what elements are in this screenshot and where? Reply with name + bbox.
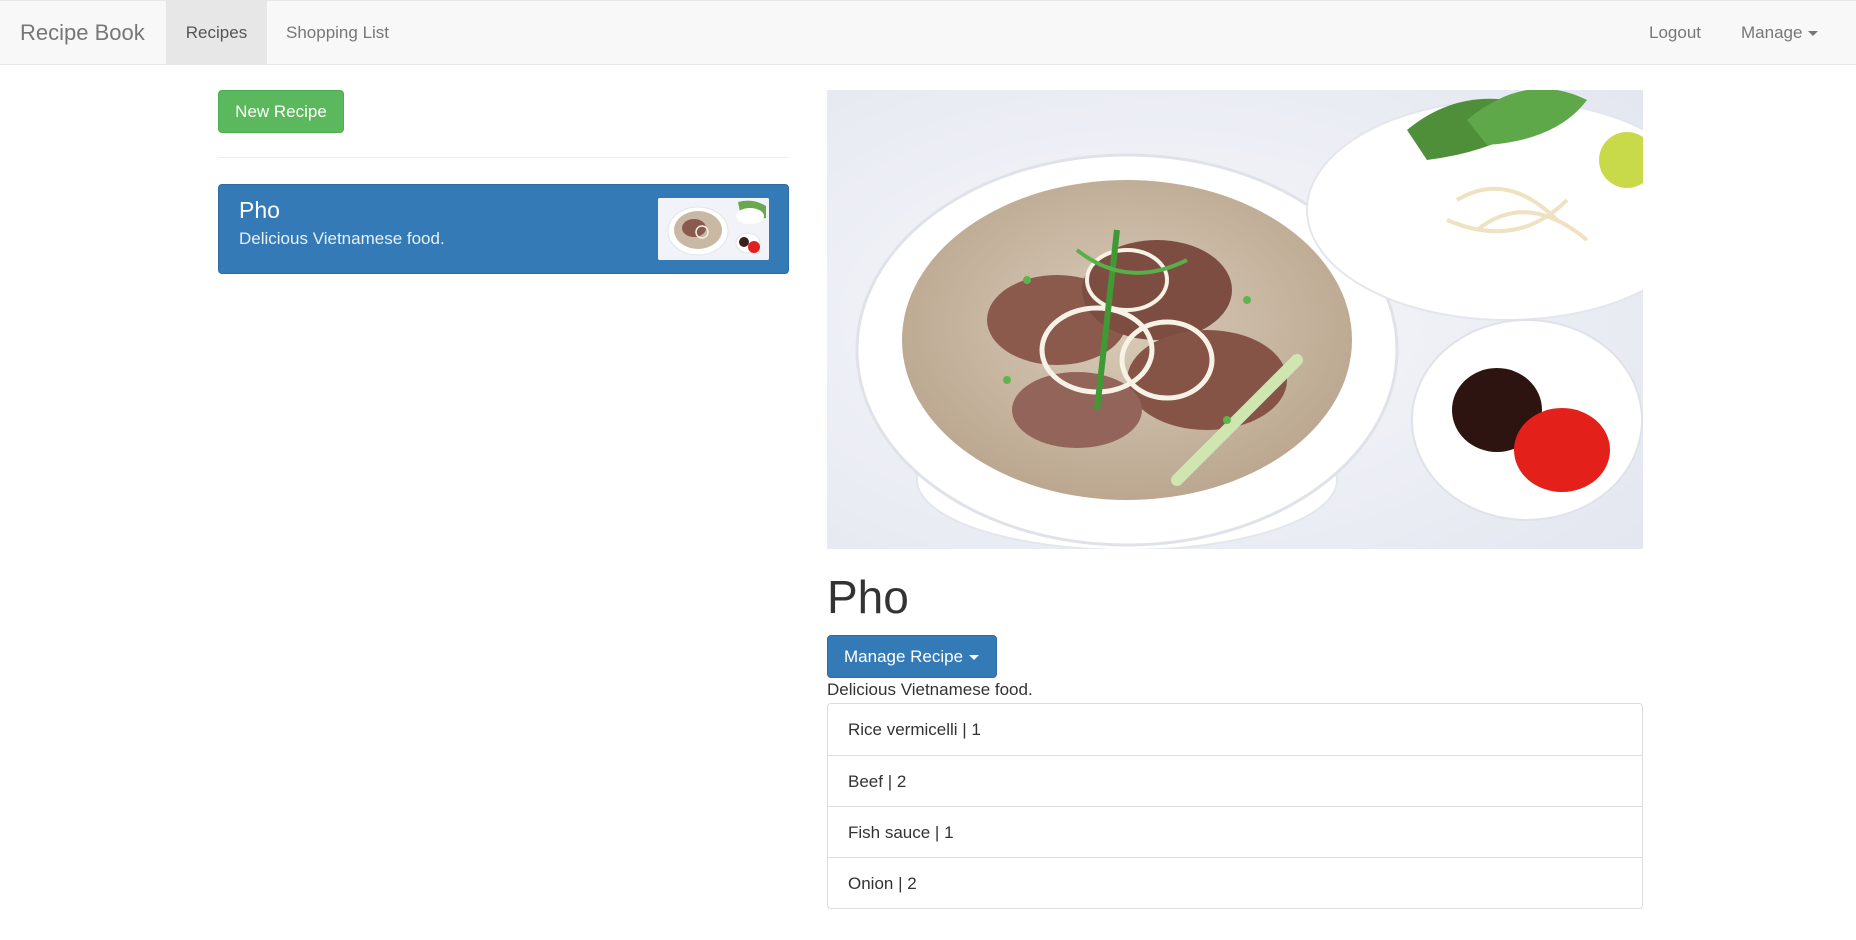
recipe-thumbnail-image [658,198,769,260]
caret-down-icon [969,655,980,661]
nav-manage-dropdown[interactable]: Manage [1741,1,1819,65]
recipe-item-name: Pho [239,197,280,223]
recipe-title: Pho [827,571,909,623]
recipe-description: Delicious Vietnamese food. [827,680,1033,699]
ingredient-item: Onion | 2 [828,857,1642,908]
nav-manage-label: Manage [1741,23,1803,42]
caret-down-icon [1808,31,1819,37]
nav-logout[interactable]: Logout [1649,1,1701,65]
nav-recipes[interactable]: Recipes [166,1,267,65]
ingredient-item: Fish sauce | 1 [828,806,1642,857]
manage-recipe-label: Manage Recipe [844,647,964,666]
manage-recipe-button[interactable]: Manage Recipe [827,635,997,678]
ingredient-item: Rice vermicelli | 1 [848,720,981,739]
brand-link[interactable]: Recipe Book [20,1,145,65]
nav-shopping-list[interactable]: Shopping List [286,1,389,65]
recipe-hero-image [827,90,1643,549]
divider [218,157,789,158]
ingredient-list: Rice vermicelli | 1 Beef | 2 Fish sauce … [827,703,1643,909]
new-recipe-button[interactable]: New Recipe [218,90,344,133]
navbar: Recipe Book Recipes Shopping List Logout… [0,0,1856,65]
recipe-list-item[interactable]: Pho Delicious Vietnamese food. [218,184,789,274]
ingredient-item: Beef | 2 [828,755,1642,806]
recipe-item-description: Delicious Vietnamese food. [239,229,445,248]
